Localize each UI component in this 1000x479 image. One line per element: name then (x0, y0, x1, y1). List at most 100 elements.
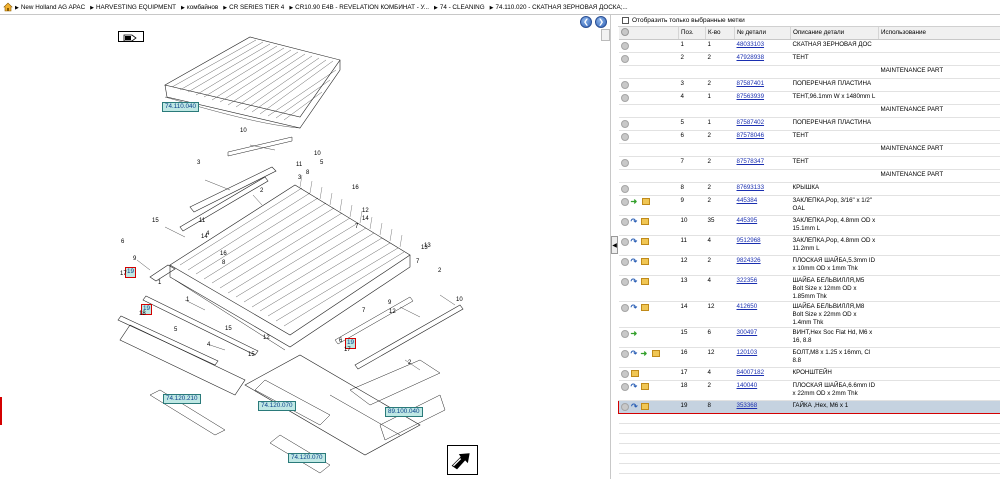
position-label[interactable]: 11 (296, 162, 302, 168)
table-row[interactable]: ↷ ➜ 16 12 120103 БОЛТ,M8 x 1.25 x 16mm, Cl 8.… (618, 347, 1000, 368)
part-number-link[interactable]: 9824326 (737, 257, 761, 264)
part-number-link[interactable]: 87578347 (737, 158, 765, 165)
info-circle-icon[interactable] (620, 382, 629, 391)
position-label[interactable]: 2 (438, 268, 441, 274)
replacement-arrow-icon[interactable]: ↷ (631, 277, 639, 286)
part-number-link[interactable]: 87693133 (737, 184, 765, 191)
table-row[interactable]: 3 2 87587401 ПОПЕРЕЧНАЯ ПЛАСТИНА (618, 78, 1000, 92)
select-all-icon[interactable] (620, 27, 629, 36)
table-row[interactable]: ↷ 11 4 9512968 ЗАКЛЕПКА,Pop, 4.8mm OD x 11.2… (618, 235, 1000, 256)
drawing-pane[interactable]: ❮ ❯ 74.110.040 74.120.210 74.120.070 89.… (0, 15, 611, 479)
part-number-link[interactable]: 87587401 (737, 80, 765, 87)
package-icon[interactable] (630, 370, 639, 377)
position-label[interactable]: 5 (320, 160, 323, 166)
drawing-callout-ref[interactable]: 74.120.210 (163, 394, 201, 404)
table-row[interactable]: 7 2 87578347 ТЕНТ (618, 156, 1000, 170)
package-icon[interactable] (641, 198, 650, 205)
position-label[interactable]: 10 (456, 297, 463, 303)
position-label[interactable]: 1 (158, 280, 161, 286)
replacement-arrow-icon[interactable]: ↷ (631, 257, 639, 266)
position-label[interactable]: 12 (389, 309, 396, 315)
breadcrumb-item-cr-series[interactable]: CR SERIES TIER 4 (223, 4, 284, 11)
position-label[interactable]: 15 (152, 218, 159, 224)
table-row[interactable]: 17 4 84007182 КРОНШТЕЙН (618, 367, 1000, 381)
position-label[interactable]: 8 (306, 170, 309, 176)
package-icon[interactable] (640, 278, 649, 285)
info-circle-icon[interactable] (620, 329, 629, 338)
breadcrumb-item-cleaning[interactable]: 74 - CLEANING (434, 4, 485, 11)
table-row-usage-note[interactable]: MAINTENANCE PART (618, 65, 1000, 79)
position-label[interactable]: 2 (408, 360, 411, 366)
package-icon[interactable] (640, 258, 649, 265)
position-label[interactable]: 9 (388, 300, 391, 306)
table-row[interactable]: 2 2 47928938 ТЕНТ (618, 52, 1000, 66)
info-circle-icon[interactable] (620, 132, 629, 141)
position-label[interactable]: 18 (139, 311, 146, 317)
package-icon[interactable] (641, 403, 649, 410)
table-row-usage-note[interactable]: MAINTENANCE PART (618, 104, 1000, 118)
drawing-callout-ref[interactable]: 74.110.040 (162, 102, 200, 112)
part-number-link[interactable]: 47928938 (737, 54, 765, 61)
package-icon[interactable] (640, 218, 649, 225)
package-icon[interactable] (640, 238, 649, 245)
info-circle-icon[interactable] (620, 217, 629, 226)
breadcrumb-item-new-holland[interactable]: New Holland AG APAC (15, 4, 85, 11)
info-circle-icon[interactable] (620, 349, 629, 358)
info-circle-icon[interactable] (620, 41, 629, 50)
table-row[interactable]: 5 1 87587402 ПОПЕРЕЧНАЯ ПЛАСТИНА (618, 117, 1000, 131)
table-row[interactable]: ➜ 15 6 300497 ВИНТ,Hex Soc Flat Hd, M6 x 16,… (618, 327, 1000, 348)
part-number-link[interactable]: 140040 (737, 382, 758, 389)
position-label[interactable]: 3 (298, 175, 301, 181)
position-label[interactable]: 15 (225, 326, 232, 332)
info-circle-icon[interactable] (620, 197, 629, 206)
info-circle-icon[interactable] (620, 257, 629, 266)
position-label[interactable]: 6 (339, 338, 342, 344)
position-label[interactable]: 14 (201, 234, 208, 240)
replacement-arrow-icon[interactable]: ↷ (631, 402, 639, 411)
table-row-usage-note[interactable]: MAINTENANCE PART (618, 143, 1000, 157)
position-label[interactable]: 6 (121, 239, 124, 245)
position-label[interactable]: 5 (174, 327, 177, 333)
position-label[interactable]: 4 (207, 342, 210, 348)
table-row-usage-note[interactable]: MAINTENANCE PART (618, 169, 1000, 183)
pane-splitter-handle[interactable]: ◀ (611, 236, 618, 254)
part-number-link[interactable]: 322356 (737, 277, 758, 284)
position-label[interactable]: 10 (240, 128, 247, 134)
table-row[interactable]: ↷ 13 4 322356 ШАЙБА БЕЛЬВИЛЛЯ,M5 Bolt Size x… (618, 275, 1000, 302)
position-label[interactable]: 17 (344, 347, 351, 353)
position-label[interactable]: 13 (424, 243, 431, 249)
table-row[interactable]: ↷ 18 2 140040 ПЛОСКАЯ ШАЙБА,6.6mm ID x 22mm … (618, 380, 1000, 401)
replacement-arrow-icon[interactable]: ↷ (631, 237, 639, 246)
part-number-link[interactable]: 445395 (737, 217, 758, 224)
info-circle-icon[interactable] (620, 93, 629, 102)
position-label[interactable]: 8 (222, 260, 225, 266)
info-circle-icon[interactable] (620, 158, 629, 167)
position-label[interactable]: 3 (197, 160, 200, 166)
position-label[interactable]: 1 (186, 297, 189, 303)
position-label[interactable]: 2 (260, 188, 263, 194)
info-circle-icon[interactable] (620, 119, 629, 128)
position-label[interactable]: 12 (263, 335, 270, 341)
position-label[interactable]: 16 (220, 251, 227, 257)
part-number-link[interactable]: 48033103 (737, 41, 765, 48)
home-icon[interactable] (3, 2, 13, 12)
part-number-link[interactable]: 87563939 (737, 93, 765, 100)
breadcrumb-item-harvesting[interactable]: HARVESTING EQUIPMENT (90, 4, 176, 11)
part-number-link[interactable]: 445384 (737, 197, 758, 204)
breadcrumb-item-combines[interactable]: комбайнов (181, 4, 218, 11)
column-header-quantity[interactable]: К-во (705, 27, 735, 40)
position-label[interactable]: 15 (248, 352, 255, 358)
part-number-link[interactable]: 84007182 (737, 369, 765, 376)
column-header-part-number[interactable]: № детали (734, 27, 791, 40)
part-number-link[interactable]: 87578046 (737, 132, 765, 139)
position-label[interactable]: 16 (352, 185, 359, 191)
position-label[interactable]: 7 (362, 308, 365, 314)
info-circle-icon[interactable] (621, 402, 629, 411)
info-circle-icon[interactable] (620, 237, 629, 246)
info-circle-icon[interactable] (620, 184, 629, 193)
column-header-description[interactable]: Описание детали (790, 27, 879, 40)
replacement-arrow-icon[interactable]: ↷ (631, 217, 639, 226)
table-row[interactable]: ➜ 9 2 445384 ЗАКЛЕПКА,Pop, 3/16" x 1/2" OAL (618, 195, 1000, 216)
info-circle-icon[interactable] (620, 80, 629, 89)
position-label[interactable]: 10 (314, 151, 321, 157)
